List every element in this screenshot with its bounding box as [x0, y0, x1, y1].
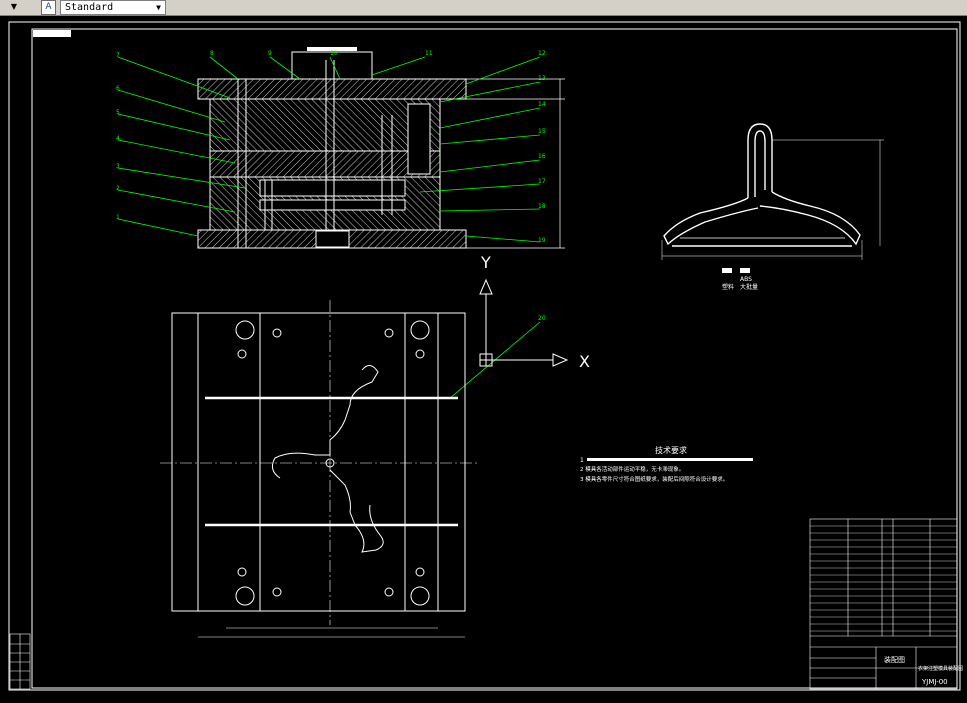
callout-4: 4	[116, 135, 120, 142]
plan-view[interactable]	[160, 300, 480, 638]
callout-10: 10	[330, 50, 338, 57]
chevron-down-icon: ▼	[156, 3, 161, 12]
callout-8: 8	[210, 50, 214, 57]
callout-9: 9	[268, 50, 272, 57]
callout-12: 12	[538, 50, 546, 57]
callout-1: 1	[116, 214, 120, 221]
tech-item-1: 1	[580, 457, 584, 464]
text-style-icon[interactable]: A	[41, 0, 56, 15]
callout-14: 14	[538, 101, 546, 108]
title-block-part: 衣架注塑模具装配图	[918, 665, 963, 672]
part-dimensions	[661, 139, 884, 260]
ucs-y-label: Y	[480, 253, 491, 272]
part-legend: ABS 塑料 大批量	[722, 268, 758, 291]
ucs-icon	[479, 278, 569, 367]
svg-text:塑料: 塑料	[722, 283, 734, 291]
sheet-corner-label	[33, 30, 71, 37]
callout-5: 5	[116, 109, 120, 116]
text-style-select[interactable]: Standard ▼	[60, 0, 166, 15]
svg-text:ABS: ABS	[740, 276, 752, 283]
toolbar: ▼ A Standard ▼	[0, 0, 967, 16]
ucs-x-label: X	[579, 352, 590, 371]
callout-15: 15	[538, 128, 546, 135]
part-detail[interactable]	[663, 123, 861, 247]
section-view[interactable]	[197, 47, 565, 249]
text-style-value: Standard	[65, 2, 114, 13]
callout-3: 3	[116, 163, 120, 170]
drawing-canvas[interactable]: 1 2 3 4 5 6 7 8 9 10 11 12 13 14 15 16 1…	[0, 16, 967, 703]
svg-text:大批量: 大批量	[740, 283, 758, 291]
title-block-code: YJMJ-00	[921, 678, 948, 686]
callout-6: 6	[116, 85, 120, 92]
callout-20: 20	[538, 315, 546, 322]
technical-requirements: 技术要求 1 2 模具各活动部件运动平稳，无卡滞现象。 3 模具各零件尺寸符合图…	[580, 445, 753, 483]
callout-2: 2	[116, 185, 120, 192]
callout-17: 17	[538, 178, 546, 185]
callout-13: 13	[538, 75, 546, 82]
callout-19: 19	[538, 237, 546, 244]
toolbar-dropdown-arrow[interactable]: ▼	[3, 1, 25, 13]
callout-16: 16	[538, 153, 546, 160]
title-block-name: 装配图	[884, 655, 905, 664]
title-block-text: 装配图 衣架注塑模具装配图 YJMJ-00	[884, 655, 963, 686]
side-strip	[9, 633, 31, 690]
callout-11: 11	[425, 50, 433, 57]
tech-item-2: 2 模具各活动部件运动平稳，无卡滞现象。	[580, 465, 684, 473]
callout-7: 7	[116, 52, 120, 59]
tech-requirements-title: 技术要求	[655, 445, 687, 455]
callout-18: 18	[538, 203, 546, 210]
tech-item-3: 3 模具各零件尺寸符合图纸要求，装配后间隙符合设计要求。	[580, 475, 728, 483]
